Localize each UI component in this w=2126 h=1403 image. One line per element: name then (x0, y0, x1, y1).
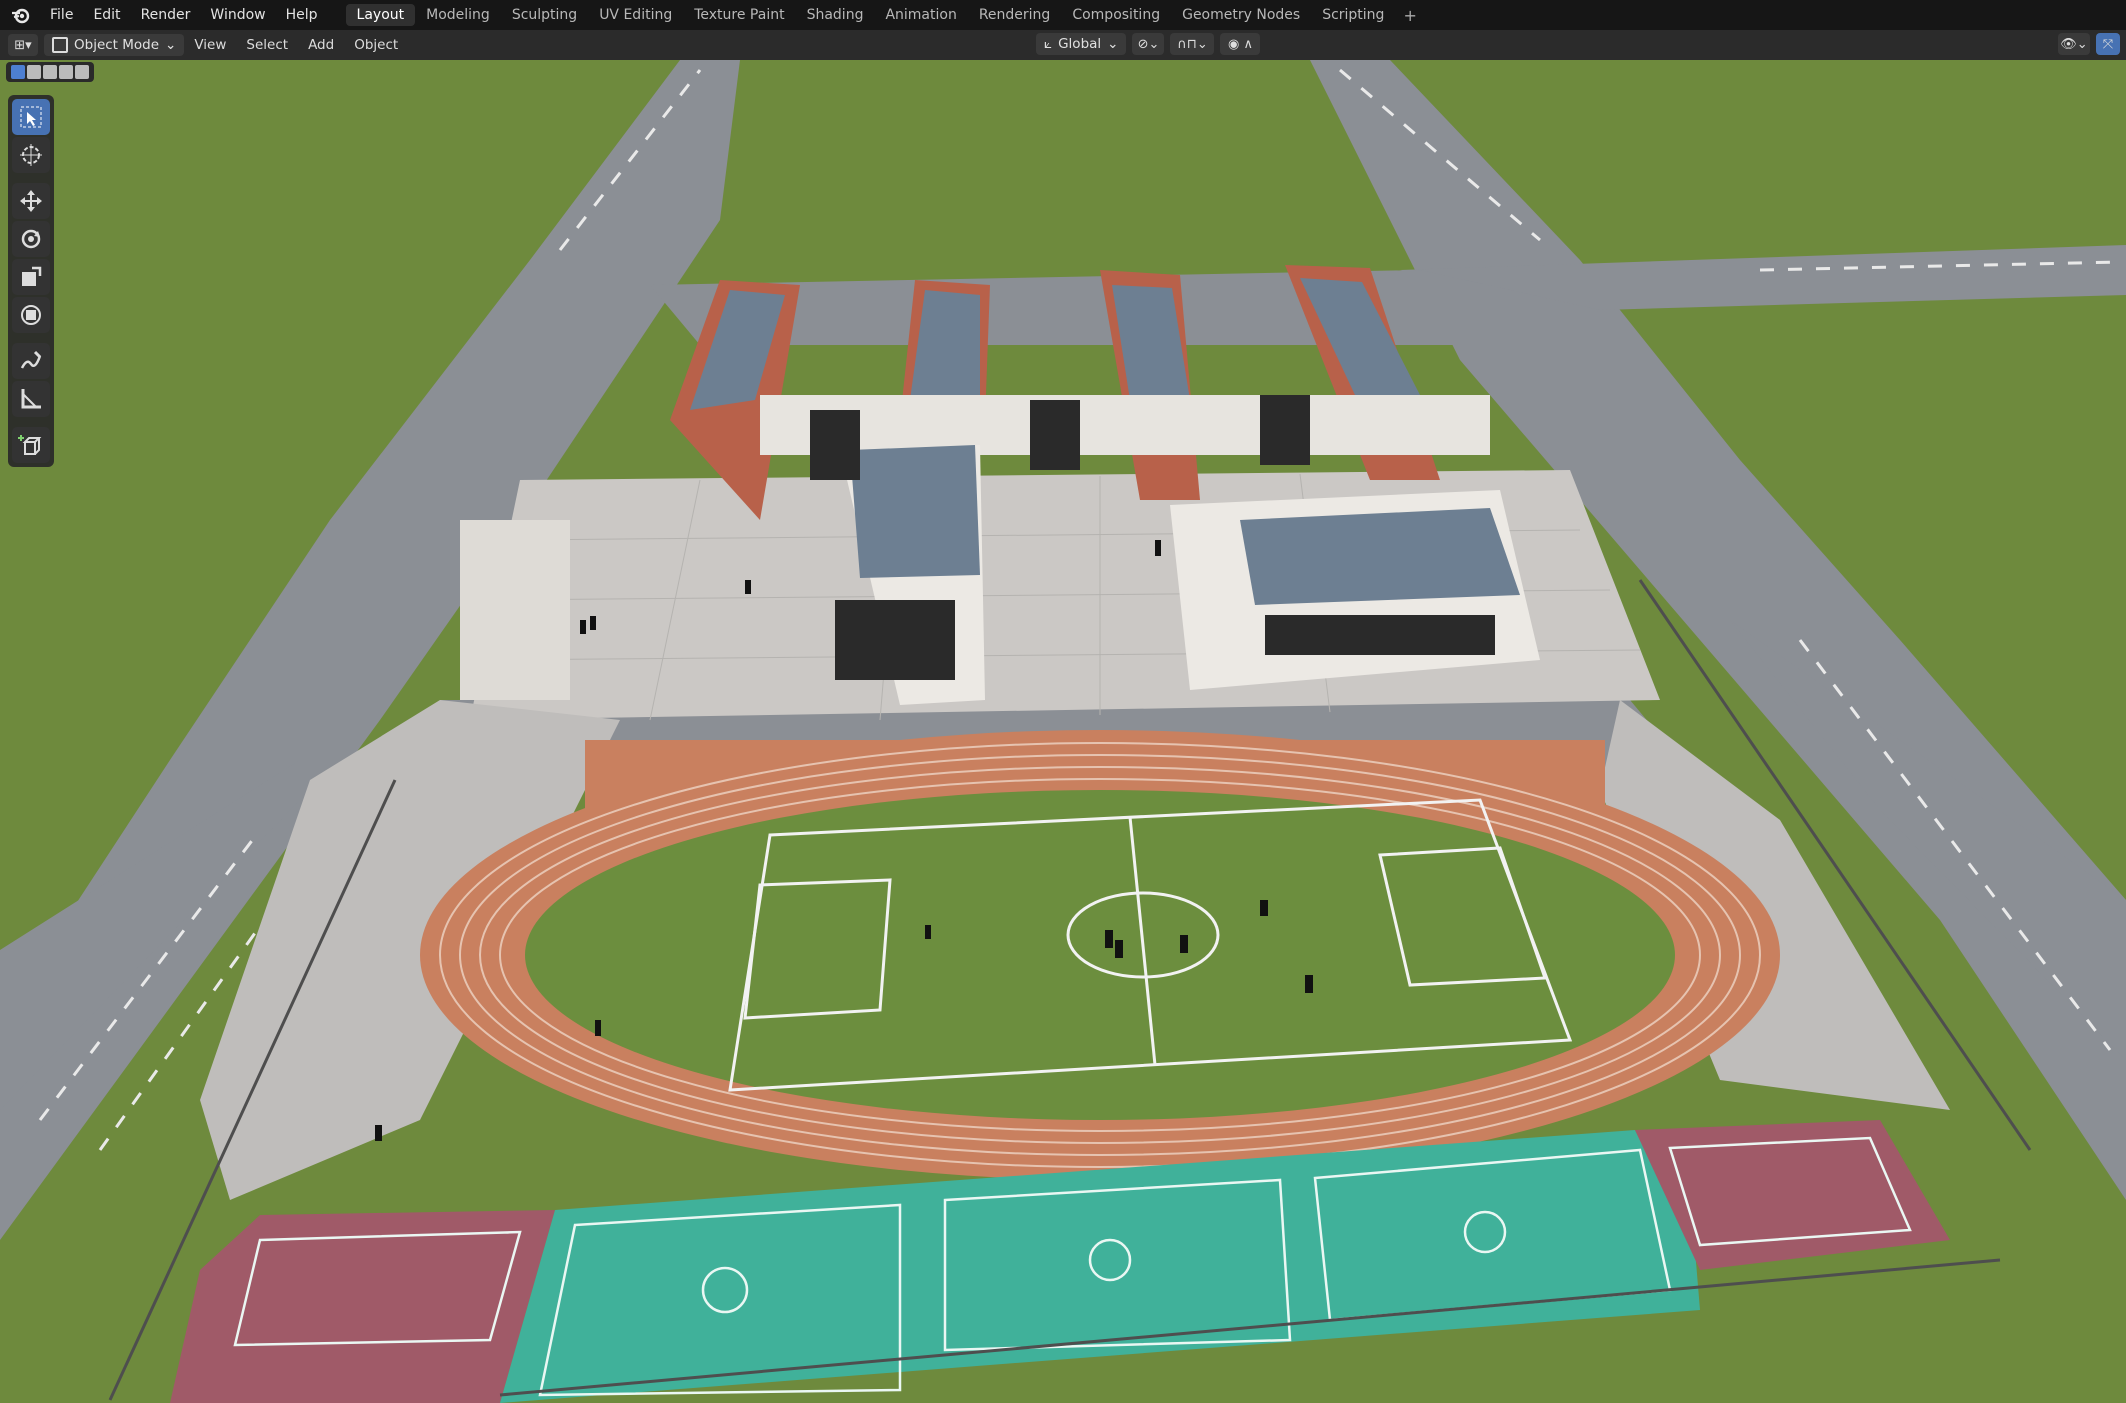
transform-icon (21, 305, 41, 325)
select-intersect-icon[interactable] (75, 65, 89, 79)
cursor-arrow-icon (20, 106, 42, 128)
tab-scripting[interactable]: Scripting (1311, 4, 1395, 26)
select-new-icon[interactable] (11, 65, 25, 79)
ruler-icon (21, 389, 41, 409)
top-bar: File Edit Render Window Help Layout Mode… (0, 0, 2126, 30)
rotate-tool[interactable] (12, 221, 50, 257)
tab-uv-editing[interactable]: UV Editing (588, 4, 683, 26)
pencil-icon (20, 350, 42, 369)
orientation-label: Global (1058, 36, 1102, 52)
add-cube-icon (18, 435, 42, 455)
selection-modes (6, 62, 94, 82)
tab-animation[interactable]: Animation (874, 4, 967, 26)
menu-view[interactable]: View (184, 37, 236, 53)
annotate-tool[interactable] (12, 343, 50, 379)
scale-tool[interactable] (12, 259, 50, 295)
mode-dropdown[interactable]: Object Mode ⌄ (44, 34, 185, 56)
proportional-edit-icon[interactable]: ◉ ∧ (1220, 33, 1261, 55)
rotate-icon (21, 229, 41, 249)
select-invert-icon[interactable] (59, 65, 73, 79)
gizmo-icon[interactable]: ⤧ (2096, 33, 2120, 55)
move-tool[interactable] (12, 183, 50, 219)
menu-render[interactable]: Render (131, 7, 201, 23)
menu-window[interactable]: Window (200, 7, 275, 23)
pivot-icon[interactable]: ⊘⌄ (1132, 33, 1165, 55)
workspace-tabs: Layout Modeling Sculpting UV Editing Tex… (345, 4, 1425, 26)
select-extend-icon[interactable] (27, 65, 41, 79)
menu-add[interactable]: Add (298, 37, 344, 53)
object-mode-icon (52, 37, 68, 53)
scene-render (0, 60, 2126, 1403)
select-subtract-icon[interactable] (43, 65, 57, 79)
tab-texture-paint[interactable]: Texture Paint (683, 4, 795, 26)
cursor-tool[interactable] (12, 137, 50, 173)
orientation-dropdown[interactable]: ⟀ Global ⌄ (1036, 33, 1127, 55)
3d-viewport[interactable] (0, 60, 2126, 1403)
chevron-down-icon: ⌄ (1107, 36, 1119, 52)
menu-edit[interactable]: Edit (83, 7, 130, 23)
snap-icon[interactable]: ∩⊓⌄ (1170, 33, 1215, 55)
viewport-right-tools: 👁⌄ ⤧ (2058, 33, 2120, 55)
add-cube-tool[interactable] (12, 427, 50, 463)
mode-label: Object Mode (74, 37, 160, 53)
crosshair-icon (20, 144, 42, 166)
measure-tool[interactable] (12, 381, 50, 417)
transform-tool[interactable] (12, 297, 50, 333)
menu-select[interactable]: Select (236, 37, 298, 53)
select-box-tool[interactable] (12, 99, 50, 135)
axis-icon: ⟀ (1044, 36, 1053, 52)
menu-object[interactable]: Object (344, 37, 408, 53)
editor-type-icon[interactable]: ⊞▾ (8, 34, 38, 56)
viewport-header: ⊞▾ Object Mode ⌄ View Select Add Object … (0, 30, 2126, 61)
menu-help[interactable]: Help (276, 7, 328, 23)
tab-shading[interactable]: Shading (796, 4, 875, 26)
tab-rendering[interactable]: Rendering (968, 4, 1062, 26)
visibility-icon[interactable]: 👁⌄ (2058, 33, 2090, 55)
tab-geometry-nodes[interactable]: Geometry Nodes (1171, 4, 1311, 26)
tab-layout[interactable]: Layout (345, 4, 416, 26)
tool-shelf (8, 95, 54, 467)
tab-compositing[interactable]: Compositing (1061, 4, 1171, 26)
tab-sculpting[interactable]: Sculpting (501, 4, 588, 26)
chevron-down-icon: ⌄ (165, 37, 177, 53)
blender-logo-icon[interactable] (10, 4, 32, 26)
tab-modeling[interactable]: Modeling (415, 4, 501, 26)
transform-tools: ⟀ Global ⌄ ⊘⌄ ∩⊓⌄ ◉ ∧ (1030, 33, 1261, 55)
menu-file[interactable]: File (40, 7, 83, 23)
add-workspace-button[interactable]: + (1395, 6, 1424, 25)
move-arrows-icon (20, 190, 42, 212)
soccer-field (525, 790, 1675, 1120)
scale-icon (22, 266, 42, 286)
main-menu: File Edit Render Window Help (40, 7, 328, 23)
